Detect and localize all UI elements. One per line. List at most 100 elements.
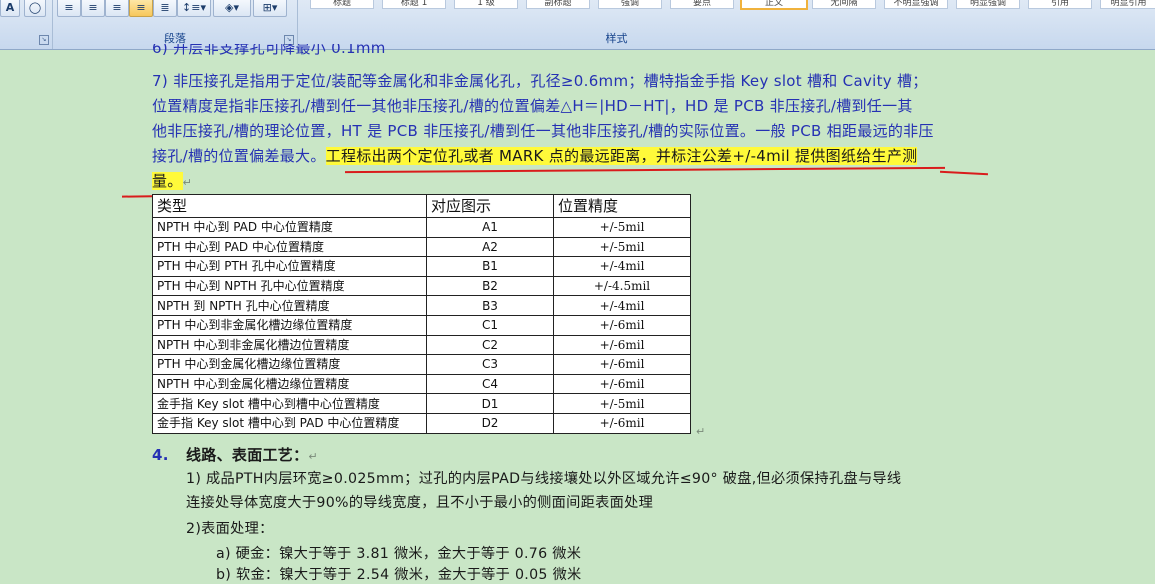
item7-line-3: 他非压接孔/槽的理论位置，HT 是 PCB 非压接孔/槽到任一其他非压接孔/槽的…: [152, 122, 934, 140]
enclose-char-icon: ◯: [28, 1, 42, 14]
table-cell-figure: B1: [426, 256, 554, 277]
align-right-icon: ≡: [112, 1, 122, 14]
style-item-11[interactable]: 明显引用: [1100, 0, 1155, 9]
table-row: NPTH 中心到 PAD 中心位置精度 A1 +/-5mil: [152, 217, 691, 238]
font-dialog-launcher[interactable]: ↘: [39, 35, 49, 45]
table-cell-type: 金手指 Key slot 槽中心到槽中心位置精度: [152, 393, 427, 414]
table-cell-figure: A1: [426, 217, 554, 238]
paragraph-mark: ↵: [182, 176, 193, 189]
styles-group: 标题 标题 1 1 级 副标题 强调 要点 正文 无间隔 不明显强调 明显强调 …: [298, 0, 1155, 49]
s2b-line-cut: b) 软金：镍大于等于 2.54 微米，金大于等于 0.05 微米: [216, 567, 582, 583]
align-center-icon: ≡: [88, 1, 98, 14]
shading-button[interactable]: ◈▾: [213, 0, 251, 17]
table-row: NPTH 中心到金属化槽边缘位置精度 C4 +/-6mil: [152, 373, 691, 395]
table-cell-accuracy: +/-6mil: [553, 354, 691, 375]
doc-line-cut-top: 6) 开层非支撑孔可降最小 0.1mm: [152, 44, 386, 56]
table-end-mark: ↵: [696, 425, 706, 438]
table-cell-accuracy: +/-6mil: [553, 334, 691, 356]
table-row: PTH 中心到 PTH 孔中心位置精度 B1 +/-4mil: [152, 256, 691, 277]
ribbon: A ◯ ↘ ≡ ≡ ≡ ≡ ≣ ↕≡▾ ◈▾ ⊞▾ 段落 ↘ 标题 标题 1 1…: [0, 0, 1155, 50]
distributed-icon: ≣: [160, 1, 170, 14]
table-cell-figure: C2: [426, 334, 554, 356]
table-header-type: 类型: [152, 194, 427, 218]
table-row: PTH 中心到非金属化槽边缘位置精度 C1 +/-6mil: [152, 314, 691, 336]
table-cell-figure: C4: [426, 373, 554, 395]
table-cell-type: NPTH 中心到金属化槽边缘位置精度: [152, 373, 427, 395]
style-item-1[interactable]: 标题 1: [382, 0, 446, 9]
style-item-2[interactable]: 1 级: [454, 0, 518, 9]
style-item-3[interactable]: 副标题: [526, 0, 590, 9]
table-cell-accuracy: +/-4mil: [553, 295, 691, 316]
style-item-10[interactable]: 引用: [1028, 0, 1092, 9]
style-item-8[interactable]: 不明显强调: [884, 0, 948, 9]
align-left-icon: ≡: [64, 1, 74, 14]
style-item-6[interactable]: 正文: [740, 0, 808, 10]
font-group: A ◯ ↘: [0, 0, 53, 49]
item7-line-2: 位置精度是指非压接孔/槽到任一其他非压接孔/槽的位置偏差△H＝|HD－HT|，H…: [152, 97, 913, 115]
table-cell-type: PTH 中心到金属化槽边缘位置精度: [152, 354, 427, 375]
line-spacing-icon: ↕≡▾: [182, 1, 206, 14]
styles-group-label: 样式: [605, 32, 628, 45]
item7-line-5: 量。↵: [152, 170, 192, 191]
style-item-7[interactable]: 无间隔: [812, 0, 876, 9]
table-cell-type: 金手指 Key slot 槽中心到 PAD 中心位置精度: [152, 412, 427, 434]
table-cell-type: NPTH 到 NPTH 孔中心位置精度: [152, 295, 427, 316]
shading-bucket-icon: ◈▾: [225, 1, 239, 14]
borders-button[interactable]: ⊞▾: [253, 0, 287, 17]
paragraph-group: ≡ ≡ ≡ ≡ ≣ ↕≡▾ ◈▾ ⊞▾ 段落 ↘: [53, 0, 298, 49]
table-cell-figure: B2: [426, 275, 554, 297]
align-left-button[interactable]: ≡: [57, 0, 81, 17]
table-cell-type: PTH 中心到非金属化槽边缘位置精度: [152, 314, 427, 336]
border-grid-icon: ⊞▾: [262, 1, 278, 14]
item7-line-4-plain: 接孔/槽的位置偏差最大。: [152, 147, 326, 165]
paragraph-mark: ↵: [308, 450, 318, 463]
s2a-line: a) 硬金：镍大于等于 3.81 微米，金大于等于 0.76 微米: [216, 546, 582, 562]
table-cell-figure: A2: [426, 236, 554, 258]
table-cell-accuracy: +/-6mil: [553, 412, 691, 434]
line-spacing-button[interactable]: ↕≡▾: [177, 0, 211, 17]
style-item-5[interactable]: 要点: [670, 0, 734, 9]
font-color-button[interactable]: A: [0, 0, 20, 17]
table-cell-figure: C1: [426, 314, 554, 336]
style-item-9[interactable]: 明显强调: [956, 0, 1020, 9]
table-cell-accuracy: +/-5mil: [553, 217, 691, 238]
s1-line-1: 1) 成品PTH内层环宽≥0.025mm；过孔的内层PAD与线接壤处以外区域允许…: [186, 471, 902, 487]
section-number: 4.: [152, 446, 169, 464]
item7-line-5-highlight: 量。: [152, 172, 183, 190]
table-cell-type: PTH 中心到 PTH 孔中心位置精度: [152, 256, 427, 277]
justify-icon: ≡: [136, 1, 146, 14]
justify-button[interactable]: ≡: [129, 0, 153, 17]
document-gutter: [1041, 50, 1155, 571]
distributed-button[interactable]: ≣: [153, 0, 177, 17]
table-cell-accuracy: +/-4mil: [553, 256, 691, 277]
style-item-4[interactable]: 强调: [598, 0, 662, 9]
table-cell-accuracy: +/-5mil: [553, 393, 691, 414]
table-row: 金手指 Key slot 槽中心到槽中心位置精度 D1 +/-5mil: [152, 393, 691, 414]
s1-line-2: 连接处导体宽度大于90%的导线宽度，且不小于最小的侧面间距表面处理: [186, 495, 654, 511]
align-center-button[interactable]: ≡: [81, 0, 105, 17]
table-header-figure: 对应图示: [426, 194, 554, 218]
table-cell-type: NPTH 中心到 PAD 中心位置精度: [152, 217, 427, 238]
item7-line-4: 接孔/槽的位置偏差最大。工程标出两个定位孔或者 MARK 点的最远距离，并标注公…: [152, 145, 918, 166]
align-right-button[interactable]: ≡: [105, 0, 129, 17]
item7-line-4-highlight: 工程标出两个定位孔或者 MARK 点的最远距离，并标注公差+/-4mil 提供图…: [325, 147, 918, 165]
s2-line: 2)表面处理：: [186, 521, 274, 537]
table-row: 金手指 Key slot 槽中心到 PAD 中心位置精度 D2 +/-6mil: [152, 412, 691, 434]
font-color-icon: A: [5, 1, 15, 14]
enclose-char-button[interactable]: ◯: [24, 0, 46, 17]
table-cell-accuracy: +/-6mil: [553, 373, 691, 395]
table-header-accuracy: 位置精度: [553, 194, 691, 218]
table-row: PTH 中心到 NPTH 孔中心位置精度 B2 +/-4.5mil: [152, 275, 691, 297]
section-title: 线路、表面工艺：: [186, 446, 309, 464]
table-cell-figure: C3: [426, 354, 554, 375]
cut-top-text: 6) 开层非支撑孔可降最小 0.1mm: [152, 44, 386, 56]
table-cell-accuracy: +/-5mil: [553, 236, 691, 258]
table-header-row: 类型 对应图示 位置精度: [152, 194, 691, 218]
position-accuracy-table: 类型 对应图示 位置精度 NPTH 中心到 PAD 中心位置精度 A1 +/-5mi…: [152, 194, 691, 434]
table-cell-figure: D1: [426, 393, 554, 414]
table-cell-type: PTH 中心到 PAD 中心位置精度: [152, 236, 427, 258]
style-item-0[interactable]: 标题: [310, 0, 374, 9]
table-cell-type: PTH 中心到 NPTH 孔中心位置精度: [152, 275, 427, 297]
table-row: PTH 中心到 PAD 中心位置精度 A2 +/-5mil: [152, 236, 691, 258]
table-cell-type: NPTH 中心到非金属化槽边位置精度: [152, 334, 427, 356]
